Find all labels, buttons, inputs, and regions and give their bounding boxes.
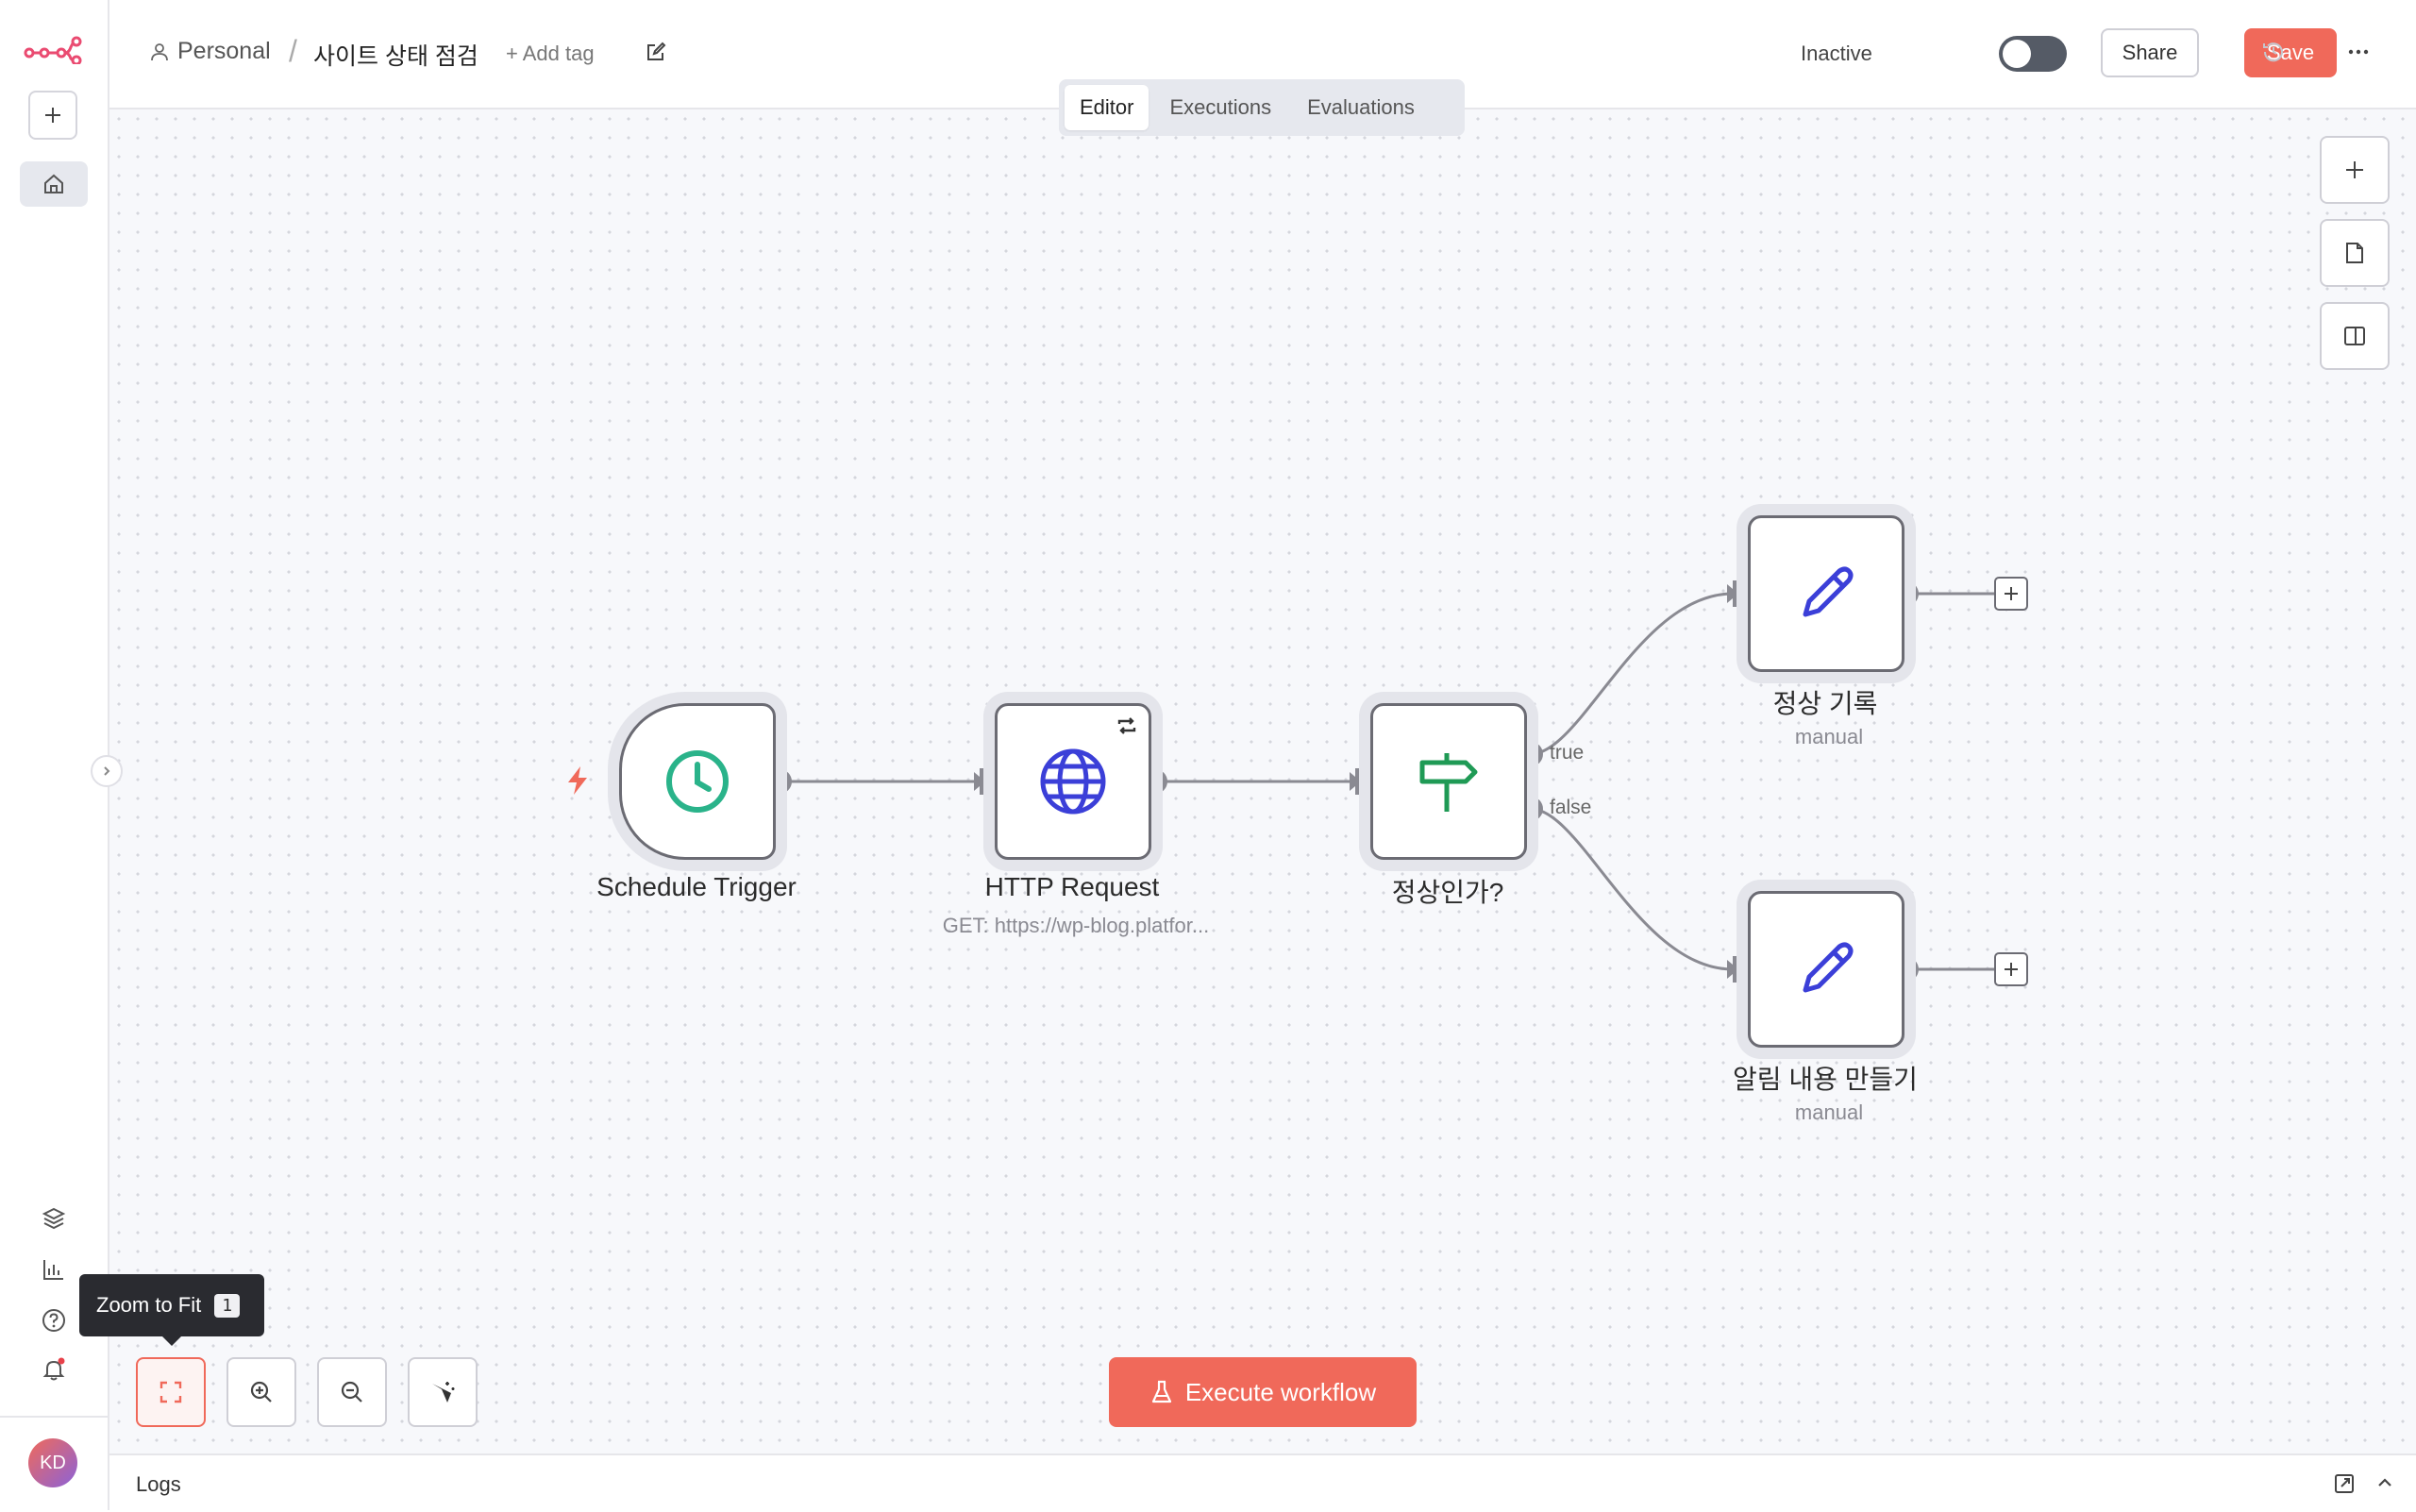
breadcrumb-project[interactable]: Personal [149, 38, 271, 65]
node-if[interactable] [1370, 703, 1527, 860]
zoom-out-button[interactable] [317, 1357, 387, 1427]
notifications-button[interactable] [38, 1353, 70, 1386]
user-avatar[interactable]: KD [28, 1438, 77, 1487]
zoom-to-fit-tooltip: Zoom to Fit 1 [79, 1274, 264, 1346]
home-icon [44, 174, 63, 193]
zoom-in-button[interactable] [226, 1357, 296, 1427]
tab-editor[interactable]: Editor [1065, 85, 1149, 130]
logs-title: Logs [136, 1472, 181, 1496]
more-options-icon[interactable] [2344, 38, 2373, 66]
insights-button[interactable] [38, 1253, 70, 1285]
create-button[interactable] [28, 91, 77, 140]
node-http-request[interactable] [995, 703, 1151, 860]
clock-icon [666, 750, 729, 813]
workflow-canvas[interactable]: Schedule Trigger HTTP Request GET: https… [109, 109, 2416, 1453]
node-label-schedule-trigger: Schedule Trigger [596, 872, 797, 901]
user-icon [151, 42, 168, 60]
pencil-icon [1803, 566, 1854, 617]
execute-workflow-label: Execute workflow [1184, 1377, 1377, 1406]
sidebar-divider [0, 1416, 108, 1418]
save-button[interactable]: Save [2244, 28, 2337, 77]
share-button[interactable]: Share [2101, 28, 2199, 77]
help-button[interactable] [38, 1304, 70, 1336]
tooltip-shortcut: 1 [214, 1293, 241, 1318]
tidy-up-icon [432, 1382, 455, 1403]
input-handle-alert[interactable] [1733, 956, 1742, 983]
plus-icon [2005, 963, 2018, 976]
signpost-icon [1419, 753, 1478, 812]
node-schedule-trigger[interactable] [619, 703, 776, 860]
bell-icon [42, 1357, 65, 1381]
pop-out-icon[interactable] [2333, 1472, 2356, 1495]
zoom-to-fit-button[interactable] [136, 1357, 206, 1427]
node-subtitle-normal-record: manual [1794, 725, 1864, 748]
tidy-up-button[interactable] [408, 1357, 478, 1427]
view-tabs: Editor Executions Evaluations [1059, 79, 1465, 136]
output-label-true: true [1550, 742, 1585, 764]
n8n-logo-icon[interactable] [24, 36, 82, 64]
activation-status: Inactive [1801, 42, 1872, 65]
templates-icon [42, 1207, 66, 1230]
history-icon[interactable] [2259, 38, 2288, 66]
breadcrumb-project-label: Personal [177, 38, 271, 64]
logs-panel[interactable]: Logs [109, 1453, 2416, 1512]
input-handle-record[interactable] [1733, 580, 1742, 607]
zoom-in-icon [250, 1381, 272, 1403]
add-next-node-record-button[interactable] [1994, 577, 2028, 611]
node-subtitle-http-request: GET: https://wp-blog.platfor... [942, 914, 1210, 937]
connections-layer [767, 580, 1994, 983]
zoom-to-fit-icon [159, 1381, 182, 1403]
templates-button[interactable] [38, 1202, 70, 1235]
add-next-node-alert-button[interactable] [1994, 952, 2028, 986]
trigger-lightning-icon [568, 766, 587, 795]
node-label-if: 정상인가? [1391, 878, 1504, 907]
output-label-false: false [1550, 797, 1592, 818]
node-label-http-request: HTTP Request [984, 872, 1160, 901]
add-icon [45, 108, 60, 123]
edit-description-icon[interactable] [644, 40, 668, 64]
zoom-out-icon [341, 1381, 362, 1403]
node-normal-record[interactable] [1748, 515, 1904, 672]
toggle-knob [2003, 40, 2031, 68]
globe-icon [1040, 748, 1106, 815]
insights-icon [43, 1260, 63, 1280]
node-subtitle-create-alert: manual [1794, 1100, 1864, 1124]
help-icon [42, 1309, 65, 1332]
input-handle-if[interactable] [1355, 768, 1365, 795]
node-label-normal-record: 정상 기록 [1772, 689, 1878, 718]
node-label-create-alert: 알림 내용 만들기 [1733, 1065, 1918, 1094]
pencil-icon [1803, 942, 1854, 993]
chevron-up-icon[interactable] [2374, 1472, 2395, 1493]
add-tag-button[interactable]: + Add tag [506, 42, 595, 66]
input-handle-http[interactable] [980, 768, 989, 795]
chevron-right-icon [104, 766, 110, 776]
flask-icon [1151, 1380, 1171, 1403]
breadcrumb-separator: / [289, 34, 297, 68]
tab-evaluations[interactable]: Evaluations [1292, 85, 1430, 130]
workflow-name[interactable]: 사이트 상태 점검 [313, 38, 478, 72]
plus-icon [2005, 587, 2018, 600]
loop-icon [1117, 717, 1136, 734]
expand-sidebar-button[interactable] [91, 755, 123, 787]
tooltip-text: Zoom to Fit [96, 1293, 202, 1317]
node-create-alert[interactable] [1748, 891, 1904, 1048]
activation-toggle[interactable] [1999, 36, 2067, 72]
home-button[interactable] [20, 161, 88, 207]
execute-workflow-button[interactable]: Execute workflow [1109, 1357, 1417, 1427]
tab-executions[interactable]: Executions [1154, 85, 1286, 130]
